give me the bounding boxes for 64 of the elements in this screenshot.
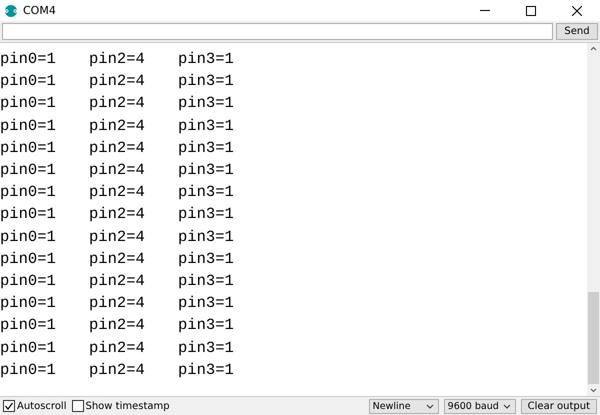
- output-text: pin2=4: [89, 360, 146, 379]
- output-text: pin3=1: [178, 138, 235, 157]
- output-text: pin2=4: [89, 338, 146, 357]
- send-button[interactable]: Send: [556, 23, 598, 40]
- output-text: pin3=1: [178, 161, 235, 180]
- clear-output-button[interactable]: Clear output: [520, 398, 597, 414]
- chevron-icon: [502, 404, 511, 408]
- output-text: pin3=1: [178, 94, 235, 112]
- output-text: pin0=1: [0, 228, 57, 246]
- output-text: pin2=4: [89, 316, 146, 334]
- output-text: pin0=1: [0, 316, 57, 334]
- output-text: pin2=4: [89, 228, 146, 246]
- minimize-icon: [480, 10, 490, 11]
- output-text: pin3=1: [178, 205, 235, 224]
- dropdown[interactable]: 9600 baud: [444, 398, 516, 414]
- output-text: pin3=1: [178, 272, 235, 290]
- output-text: pin0=1: [0, 360, 57, 379]
- app-logo-icon: [5, 4, 17, 16]
- close-icon: [572, 6, 582, 16]
- chevron-icon: [426, 404, 434, 408]
- output-text: pin2=4: [89, 272, 146, 290]
- output-text: pin2=4: [89, 72, 146, 90]
- output-text: pin2=4: [89, 161, 146, 180]
- output-text: pin2=4: [89, 294, 146, 312]
- checkbox[interactable]: [72, 400, 84, 412]
- output-text: pin3=1: [178, 294, 235, 312]
- output-text: pin2=4: [89, 250, 146, 268]
- output-text: pin0=1: [0, 116, 57, 135]
- output-text: pin0=1: [0, 250, 57, 268]
- output-text: pin0=1: [0, 183, 57, 202]
- output-text: pin0=1: [0, 138, 57, 157]
- output-text: pin0=1: [0, 205, 57, 224]
- output-text: pin2=4: [89, 50, 146, 68]
- output-text: pin0=1: [0, 294, 57, 312]
- checkbox-label: Autoscroll: [17, 400, 66, 412]
- output-text: pin3=1: [178, 250, 235, 268]
- output-text: pin3=1: [178, 228, 235, 246]
- window-title: COM4: [23, 4, 57, 17]
- output-text: pin3=1: [178, 72, 235, 90]
- message-field[interactable]: [2, 23, 553, 40]
- maximize-icon: [526, 6, 536, 16]
- output-text: pin3=1: [178, 116, 235, 135]
- output-text: pin2=4: [89, 205, 146, 224]
- checkmark-icon: [4, 401, 14, 411]
- output-text: pin2=4: [89, 183, 146, 202]
- dropdown[interactable]: Newline: [368, 398, 439, 414]
- output-text: pin0=1: [0, 50, 57, 68]
- output-text: pin3=1: [178, 338, 235, 357]
- output-text: pin2=4: [89, 94, 146, 112]
- output-text: pin3=1: [178, 50, 235, 68]
- checkbox[interactable]: [3, 400, 15, 412]
- output-text: pin2=4: [89, 138, 146, 157]
- scrollbar-thumb[interactable]: [588, 292, 599, 384]
- output-text: pin3=1: [178, 316, 235, 334]
- checkbox-label: Show timestamp: [86, 400, 170, 412]
- scrollbar[interactable]: [587, 43, 600, 396]
- output-text: pin0=1: [0, 338, 57, 357]
- output-text: pin0=1: [0, 272, 57, 290]
- output-text: pin0=1: [0, 161, 57, 180]
- output-text: pin0=1: [0, 72, 57, 90]
- output-text: pin2=4: [89, 116, 146, 135]
- output-text: pin3=1: [178, 360, 235, 379]
- output-text: pin3=1: [178, 183, 235, 202]
- output-text: pin0=1: [0, 94, 57, 112]
